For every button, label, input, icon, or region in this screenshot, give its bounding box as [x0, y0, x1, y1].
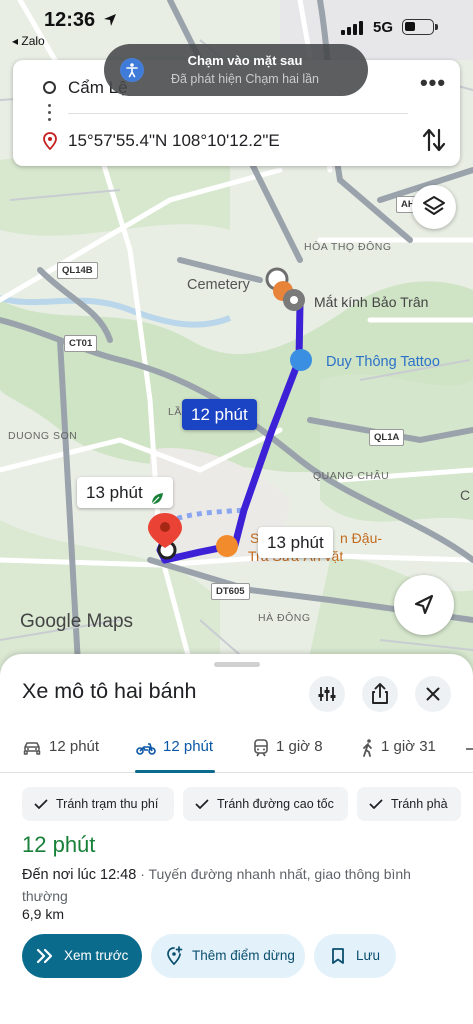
- close-icon: [426, 687, 440, 701]
- eco-leaf-icon: [150, 485, 164, 505]
- sheet-title: Xe mô tô hai bánh: [22, 679, 197, 703]
- back-tap-toast[interactable]: Chạm vào mặt sau Đã phát hiện Chạm hai l…: [104, 44, 368, 96]
- save-button[interactable]: Lưu: [314, 934, 396, 978]
- double-chevron-right-icon: [36, 948, 53, 964]
- arrival-info: Đến nơi lúc 12:48 · Tuyến đường nhanh nh…: [22, 864, 452, 907]
- route-options-button[interactable]: [309, 676, 345, 712]
- route-eta: 12 phút: [22, 832, 96, 857]
- share-icon: [372, 683, 388, 704]
- bookmark-icon: [332, 948, 344, 964]
- transit-icon: [254, 739, 268, 757]
- area-label-c: C: [460, 487, 471, 503]
- tab-motorbike-label: 12 phút: [163, 738, 214, 755]
- area-label-hoa-tho-dong: HÒA THỌ ĐÔNG: [304, 241, 392, 253]
- poi-label-tattoo[interactable]: Duy Thông Tattoo: [326, 354, 440, 370]
- area-label-quang-chau: QUANG CHÂU: [313, 470, 390, 482]
- tab-overflow-hint: [466, 748, 473, 750]
- motorbike-icon: [136, 743, 156, 755]
- route-eta-bubble-alt2[interactable]: 13 phút: [258, 527, 333, 558]
- area-label-duong-son: DUONG SON: [8, 430, 78, 442]
- network-type: 5G: [373, 19, 394, 36]
- walk-icon: [363, 739, 372, 757]
- car-icon: [23, 742, 41, 755]
- more-horiz-icon[interactable]: •••: [419, 72, 447, 98]
- chip-avoid-highways-label: Tránh đường cao tốc: [217, 797, 334, 811]
- poi-label-optical[interactable]: Mắt kính Bảo Trân: [314, 294, 428, 310]
- chip-avoid-tolls-label: Tránh trạm thu phí: [56, 797, 159, 811]
- road-shield-ql14b: QL14B: [57, 262, 98, 279]
- share-button[interactable]: [362, 676, 398, 712]
- chip-avoid-highways[interactable]: Tránh đường cao tốc: [183, 787, 348, 821]
- save-button-label: Lưu: [356, 948, 381, 963]
- tab-transit-label: 1 giờ 8: [276, 738, 323, 755]
- battery-icon: [402, 19, 434, 35]
- area-label-ha-dong: HÀ ĐÔNG: [258, 612, 311, 624]
- chip-avoid-ferries[interactable]: Tránh phà: [357, 787, 461, 821]
- swap-vertical-icon[interactable]: [421, 126, 447, 154]
- tab-walk-label: 1 giờ 31: [381, 738, 436, 755]
- battery-cap: [435, 24, 438, 30]
- layers-button[interactable]: [412, 185, 456, 229]
- road-shield-ql1a: QL1A: [369, 429, 405, 446]
- route-eta-alt-label: 13 phút: [86, 483, 143, 502]
- check-icon: [195, 799, 209, 809]
- route-dots-icon: [48, 104, 51, 125]
- road-shield-dt605: DT605: [211, 583, 250, 600]
- active-tab-indicator: [135, 770, 215, 773]
- area-label-lam: LẦ: [168, 406, 182, 418]
- check-icon: [34, 799, 48, 809]
- destination-field[interactable]: 15°57'55.4"N 108°10'12.2"E: [68, 131, 280, 151]
- origin-circle-icon: [43, 81, 56, 94]
- preview-button[interactable]: Xem trước: [22, 934, 142, 978]
- destination-pin-icon: [43, 132, 57, 151]
- road-shield-ct01: CT01: [64, 335, 98, 352]
- google-maps-attribution: Google Maps: [20, 611, 134, 632]
- recenter-button[interactable]: [394, 575, 454, 635]
- tab-transit[interactable]: 1 giờ 8: [251, 728, 331, 773]
- preview-button-label: Xem trước: [64, 948, 129, 963]
- tab-motorbike[interactable]: 12 phút: [136, 728, 218, 773]
- field-divider: [68, 113, 408, 114]
- directions-bottom-sheet[interactable]: Xe mô tô hai bánh 12 phút 12 phút 1 giờ …: [0, 654, 473, 1024]
- add-location-icon: [167, 946, 183, 966]
- close-button[interactable]: [415, 676, 451, 712]
- layers-icon: [423, 196, 445, 215]
- route-eta-bubble-alt[interactable]: 13 phút: [77, 477, 173, 508]
- route-distance: 6,9 km: [22, 906, 65, 922]
- route-eta-bubble-main[interactable]: 12 phút: [182, 399, 257, 430]
- navigation-arrow-icon: [414, 594, 434, 615]
- signal-icon: [341, 21, 365, 35]
- poi-label-restaurant-b[interactable]: n Đậu-: [340, 530, 382, 546]
- add-stop-button-label: Thêm điểm dừng: [192, 948, 295, 963]
- sheet-drag-handle[interactable]: [214, 662, 260, 667]
- chip-avoid-ferries-label: Tránh phà: [391, 797, 448, 811]
- chip-avoid-tolls[interactable]: Tránh trạm thu phí: [22, 787, 174, 821]
- arrival-time: Đến nơi lúc 12:48: [22, 867, 137, 883]
- check-icon: [369, 799, 383, 809]
- tab-walk[interactable]: 1 giờ 31: [358, 728, 448, 773]
- toast-subtitle: Đã phát hiện Chạm hai lần: [170, 72, 319, 86]
- tab-car-label: 12 phút: [49, 738, 100, 755]
- toast-title: Chạm vào mặt sau: [187, 53, 303, 68]
- poi-label-cemetery[interactable]: Cemetery: [187, 277, 250, 293]
- location-arrow-icon: [103, 14, 116, 26]
- add-stop-button[interactable]: Thêm điểm dừng: [151, 934, 305, 978]
- tune-icon: [318, 687, 336, 701]
- status-time: 12:36: [44, 9, 117, 32]
- back-to-app-link[interactable]: ◂ Zalo: [12, 34, 45, 48]
- tab-car[interactable]: 12 phút: [22, 728, 112, 773]
- travel-mode-tabs: 12 phút 12 phút 1 giờ 8 1 giờ 31: [0, 728, 473, 773]
